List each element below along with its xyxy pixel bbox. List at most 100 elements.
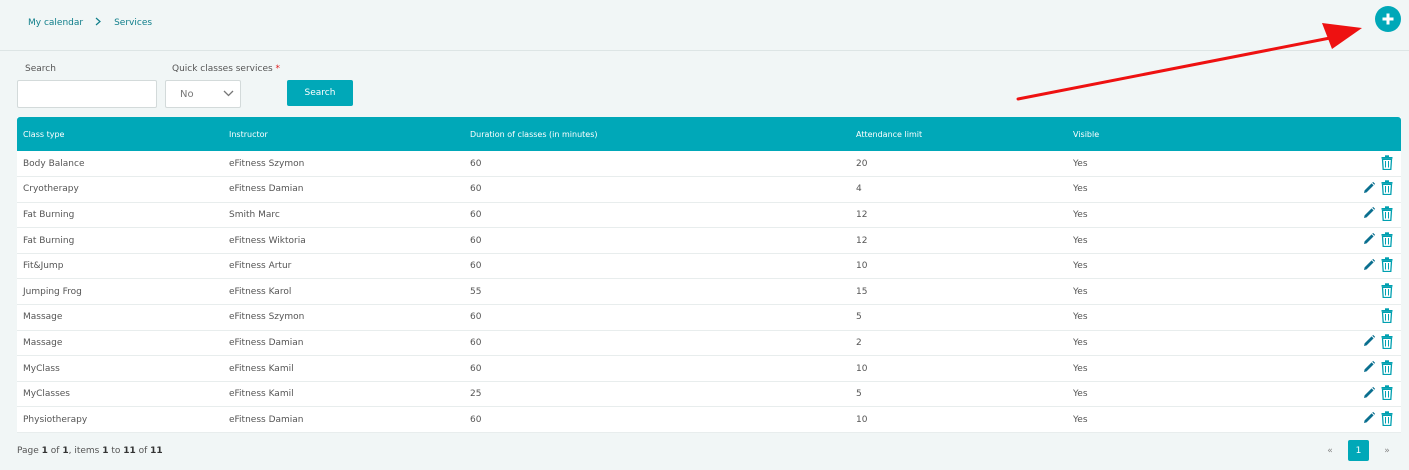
pencil-icon[interactable] [1362,232,1376,249]
search-input[interactable] [17,80,157,108]
table-row[interactable]: Massage eFitness Damian 60 2 Yes [17,330,1401,356]
cell-visible: Yes [1073,235,1088,246]
trash-icon[interactable] [1381,257,1393,275]
next-page-button[interactable]: » [1375,446,1399,456]
cell-class-type: Fit&Jump [23,261,64,272]
cell-duration: 60 [470,363,482,374]
summary-text: of [135,446,151,456]
cell-instructor: eFitness Kamil [229,363,294,374]
cell-attendance-limit: 10 [856,363,868,374]
cell-duration: 25 [470,389,482,400]
pencil-icon[interactable] [1362,386,1376,403]
table-row[interactable]: Fit&Jump eFitness Artur 60 10 Yes [17,253,1401,279]
cell-attendance-limit: 2 [856,337,862,348]
cell-visible: Yes [1073,184,1088,195]
cell-instructor: eFitness Wiktoria [229,235,306,246]
cell-instructor: eFitness Damian [229,184,304,195]
table-row[interactable]: Physiotherapy eFitness Damian 60 10 Yes [17,407,1401,433]
trash-icon[interactable] [1381,334,1393,352]
cell-actions [1187,305,1401,331]
cell-attendance-limit: 10 [856,261,868,272]
cell-instructor: eFitness Szymon [229,158,305,169]
trash-icon[interactable] [1381,283,1393,301]
cell-class-type: Massage [23,312,63,323]
table-row[interactable]: Body Balance eFitness Szymon 60 20 Yes [17,151,1401,177]
summary-text: Page [17,446,42,456]
cell-actions [1187,177,1401,203]
table-header-row: Class type Instructor Duration of classe… [17,117,1401,151]
breadcrumb-home-link[interactable]: My calendar [28,18,83,28]
pencil-icon[interactable] [1362,206,1376,223]
cell-attendance-limit: 5 [856,389,862,400]
table-row[interactable]: Massage eFitness Szymon 60 5 Yes [17,305,1401,331]
cell-instructor: eFitness Szymon [229,312,305,323]
cell-instructor: eFitness Damian [229,414,304,425]
cell-actions [1187,407,1401,433]
cell-class-type: Jumping Frog [23,286,82,297]
table-body: Body Balance eFitness Szymon 60 20 Yes Cryoth… [17,151,1401,433]
table-row[interactable]: Fat Burning eFitness Wiktoria 60 12 Yes [17,228,1401,254]
cell-actions [1187,356,1401,382]
trash-icon[interactable] [1381,385,1393,403]
cell-attendance-limit: 15 [856,286,868,297]
cell-attendance-limit: 12 [856,235,868,246]
search-button[interactable]: Search [287,80,353,106]
chevron-down-icon [223,89,234,100]
cell-class-type: Cryotherapy [23,184,79,195]
cell-duration: 60 [470,209,482,220]
header-visible[interactable]: Visible [1067,117,1187,151]
search-label: Search [25,64,56,74]
header-instructor[interactable]: Instructor [223,117,464,151]
table-row[interactable]: Fat Burning Smith Marc 60 12 Yes [17,202,1401,228]
trash-icon[interactable] [1381,231,1393,250]
header-actions [1187,117,1401,151]
top-bar: My calendar Services [0,0,1409,51]
cell-actions [1187,330,1401,356]
prev-page-button[interactable]: « [1318,446,1342,456]
pencil-icon[interactable] [1362,258,1376,275]
table-row[interactable]: MyClass eFitness Kamil 60 10 Yes [17,356,1401,382]
plus-icon [1382,13,1394,25]
cell-attendance-limit: 10 [856,414,868,425]
breadcrumb: My calendar Services [28,17,152,29]
add-service-button[interactable] [1375,6,1401,32]
trash-icon[interactable] [1381,154,1393,173]
cell-actions [1187,228,1401,254]
cell-attendance-limit: 20 [856,158,868,169]
trash-icon[interactable] [1381,359,1393,378]
table-row[interactable]: Jumping Frog eFitness Karol 55 15 Yes [17,279,1401,305]
pencil-icon[interactable] [1362,334,1376,351]
trash-icon[interactable] [1381,308,1393,326]
pencil-icon[interactable] [1362,360,1376,377]
pencil-icon[interactable] [1362,411,1376,428]
cell-duration: 55 [470,286,482,297]
cell-visible: Yes [1073,414,1088,425]
table-row[interactable]: Cryotherapy eFitness Damian 60 4 Yes [17,177,1401,203]
chevron-right-icon [95,17,102,29]
cell-visible: Yes [1073,286,1088,297]
header-duration[interactable]: Duration of classes (in minutes) [464,117,850,151]
cell-instructor: eFitness Artur [229,261,292,272]
cell-visible: Yes [1073,209,1088,220]
breadcrumb-current[interactable]: Services [114,18,152,28]
trash-icon[interactable] [1381,411,1393,429]
quick-classes-select[interactable]: No [165,80,241,108]
quick-classes-label-text: Quick classes services [172,64,273,74]
pencil-icon[interactable] [1362,181,1376,198]
cell-actions [1187,381,1401,407]
trash-icon[interactable] [1381,206,1393,224]
trash-icon[interactable] [1381,180,1393,198]
header-class-type[interactable]: Class type [17,117,223,151]
pagination: « 1 » [1318,440,1399,461]
cell-class-type: Physiotherapy [23,414,88,425]
cell-duration: 60 [470,158,482,169]
cell-actions [1187,151,1401,177]
cell-instructor: eFitness Damian [229,337,304,348]
cell-attendance-limit: 4 [856,184,862,195]
cell-instructor: eFitness Karol [229,286,292,297]
page-1-button[interactable]: 1 [1348,440,1369,461]
header-attendance-limit[interactable]: Attendance limit [850,117,1067,151]
table-row[interactable]: MyClasses eFitness Kamil 25 5 Yes [17,381,1401,407]
summary-text: to [108,446,124,456]
cell-visible: Yes [1073,261,1088,272]
